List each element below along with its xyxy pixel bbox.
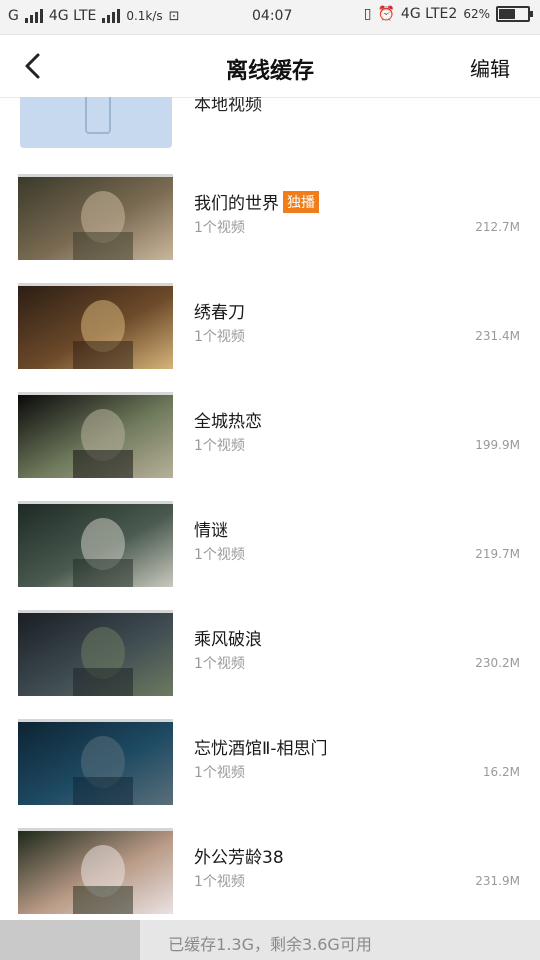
video-item[interactable]: 忘忧酒馆Ⅱ-相思门 1个视频 16.2M: [0, 714, 540, 814]
video-thumbnail: [18, 174, 173, 260]
page-title: 离线缓存: [225, 59, 314, 84]
video-count: 1个视频: [194, 438, 245, 454]
video-thumbnail: [18, 610, 173, 696]
edit-button[interactable]: 编辑: [470, 53, 510, 82]
local-video-thumbnail: [20, 97, 172, 148]
phone-icon: [85, 97, 111, 134]
status-bar: G 4G LTE 0.1k/s ⊡ 04:07 ▯ ⏰ 4G LTE2 62%: [0, 0, 540, 35]
local-video-item[interactable]: 本地视频: [0, 97, 540, 149]
video-count: 1个视频: [194, 547, 245, 563]
video-title: 情谜: [194, 521, 228, 541]
video-title: 忘忧酒馆Ⅱ-相思门: [194, 739, 328, 759]
video-size: 199.9M: [475, 438, 520, 452]
app-header: 离线缓存 编辑: [0, 35, 540, 98]
video-size: 231.9M: [475, 874, 520, 888]
video-title: 外公芳龄38: [194, 848, 284, 868]
video-item[interactable]: 全城热恋 1个视频 199.9M: [0, 387, 540, 487]
network-label-right: 4G LTE2: [400, 6, 458, 22]
signal-icon-2: [102, 9, 121, 23]
video-item[interactable]: 绣春刀 1个视频 231.4M: [0, 278, 540, 378]
battery-icon: [496, 6, 533, 22]
video-title: 绣春刀: [194, 303, 245, 323]
video-title: 全城热恋: [194, 412, 262, 432]
video-item[interactable]: 情谜 1个视频 219.7M: [0, 496, 540, 596]
battery-percent: 62%: [463, 7, 490, 21]
network-speed: 0.1k/s: [126, 9, 163, 23]
exclusive-badge: 独播: [283, 191, 319, 213]
video-item[interactable]: 乘风破浪 1个视频 230.2M: [0, 605, 540, 705]
video-count: 1个视频: [194, 874, 245, 890]
video-item[interactable]: 我们的世界 独播 1个视频 212.7M: [0, 169, 540, 269]
video-thumbnail: [18, 392, 173, 478]
video-thumbnail: [18, 283, 173, 369]
video-size: 231.4M: [475, 329, 520, 343]
screenshot-icon: ⊡: [168, 8, 180, 24]
status-left: G 4G LTE 0.1k/s ⊡: [8, 8, 180, 24]
carrier-label: G: [8, 8, 19, 24]
signal-icon: [24, 9, 43, 23]
network-label-left: 4G LTE: [48, 8, 97, 24]
vibrate-icon: ▯: [363, 6, 372, 22]
storage-text: 已缓存1.3G，剩余3.6G可用: [168, 935, 372, 954]
local-video-title: 本地视频: [194, 97, 262, 115]
cache-list[interactable]: 本地视频 我们的世界 独播 1个视频 212.7M 绣春刀 1个视频 231.4M 全城热恋 1…: [0, 97, 540, 920]
video-title: 我们的世界 独播: [194, 189, 319, 214]
video-count: 1个视频: [194, 220, 245, 236]
video-count: 1个视频: [194, 656, 245, 672]
video-size: 16.2M: [482, 765, 520, 779]
alarm-icon: ⏰: [377, 6, 395, 22]
video-thumbnail: [18, 828, 173, 914]
video-item[interactable]: 外公芳龄38 1个视频 231.9M: [0, 823, 540, 920]
storage-footer: 已缓存1.3G，剩余3.6G可用: [0, 920, 540, 960]
video-thumbnail: [18, 501, 173, 587]
status-right: ▯ ⏰ 4G LTE2 62%: [363, 6, 533, 22]
video-count: 1个视频: [194, 329, 245, 345]
status-time: 04:07: [252, 8, 293, 24]
video-size: 212.7M: [475, 220, 520, 234]
video-size: 230.2M: [475, 656, 520, 670]
video-title: 乘风破浪: [194, 630, 262, 650]
video-size: 219.7M: [475, 547, 520, 561]
video-thumbnail: [18, 719, 173, 805]
video-count: 1个视频: [194, 765, 245, 781]
